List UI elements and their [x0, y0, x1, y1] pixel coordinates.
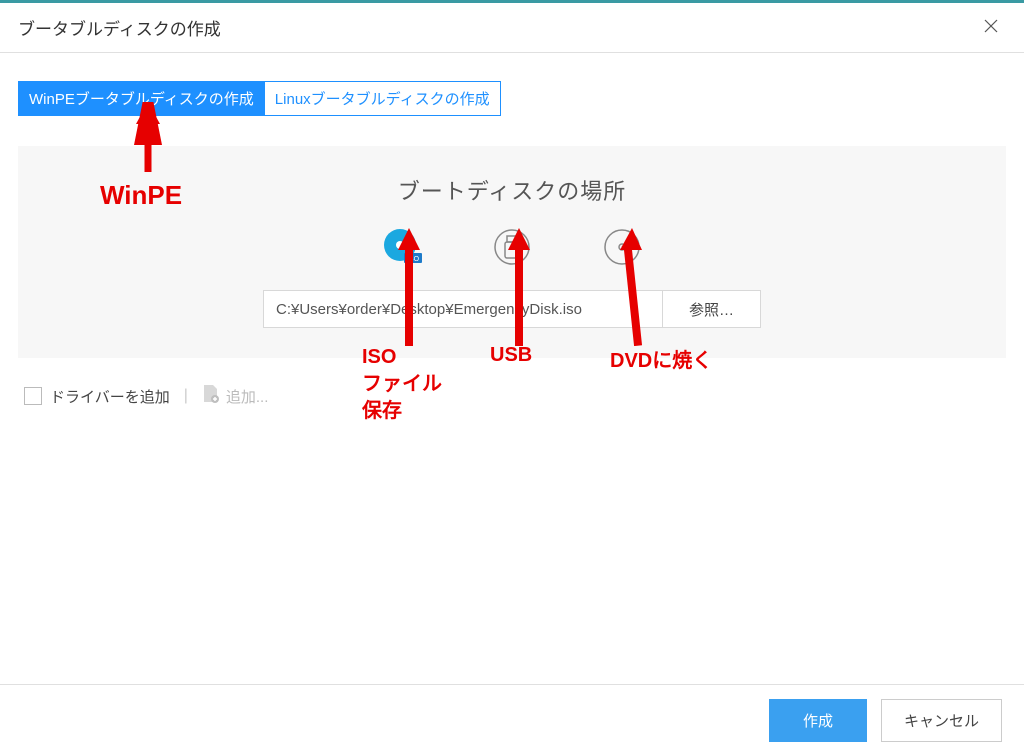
svg-text:ISO: ISO	[407, 256, 420, 263]
boot-disk-panel: ブートディスクの場所 ISO	[18, 146, 1006, 358]
content-area: WinPEブータブルディスクの作成 Linuxブータブルディスクの作成 ブートデ…	[0, 53, 1024, 408]
path-row: 参照…	[38, 290, 986, 328]
browse-button[interactable]: 参照…	[663, 290, 761, 328]
window-title: ブータブルディスクの作成	[18, 15, 221, 40]
add-file-icon	[202, 384, 220, 408]
add-driver-label: ドライバーを追加	[50, 386, 170, 407]
path-input[interactable]	[263, 290, 663, 328]
cancel-button[interactable]: キャンセル	[881, 699, 1002, 742]
tab-bar: WinPEブータブルディスクの作成 Linuxブータブルディスクの作成	[18, 81, 501, 116]
iso-disc-icon: ISO	[382, 227, 422, 270]
close-icon	[984, 17, 998, 37]
tab-linux[interactable]: Linuxブータブルディスクの作成	[264, 82, 500, 115]
footer: 作成 キャンセル	[0, 684, 1024, 756]
dvd-disc-icon	[602, 227, 642, 270]
divider: |	[184, 387, 188, 405]
tab-winpe[interactable]: WinPEブータブルディスクの作成	[19, 82, 264, 115]
usb-icon	[492, 227, 532, 270]
dvd-option[interactable]	[602, 228, 642, 268]
add-driver-button[interactable]: 追加...	[202, 384, 269, 408]
driver-row: ドライバーを追加 | 追加...	[18, 384, 1006, 408]
panel-title: ブートディスクの場所	[38, 174, 986, 206]
iso-option[interactable]: ISO	[382, 228, 422, 268]
add-driver-button-label: 追加...	[226, 386, 269, 407]
add-driver-checkbox[interactable]	[24, 387, 42, 405]
titlebar: ブータブルディスクの作成	[0, 3, 1024, 53]
create-button[interactable]: 作成	[769, 699, 867, 742]
media-icon-row: ISO	[38, 228, 986, 268]
close-button[interactable]	[976, 13, 1006, 42]
usb-option[interactable]	[492, 228, 532, 268]
